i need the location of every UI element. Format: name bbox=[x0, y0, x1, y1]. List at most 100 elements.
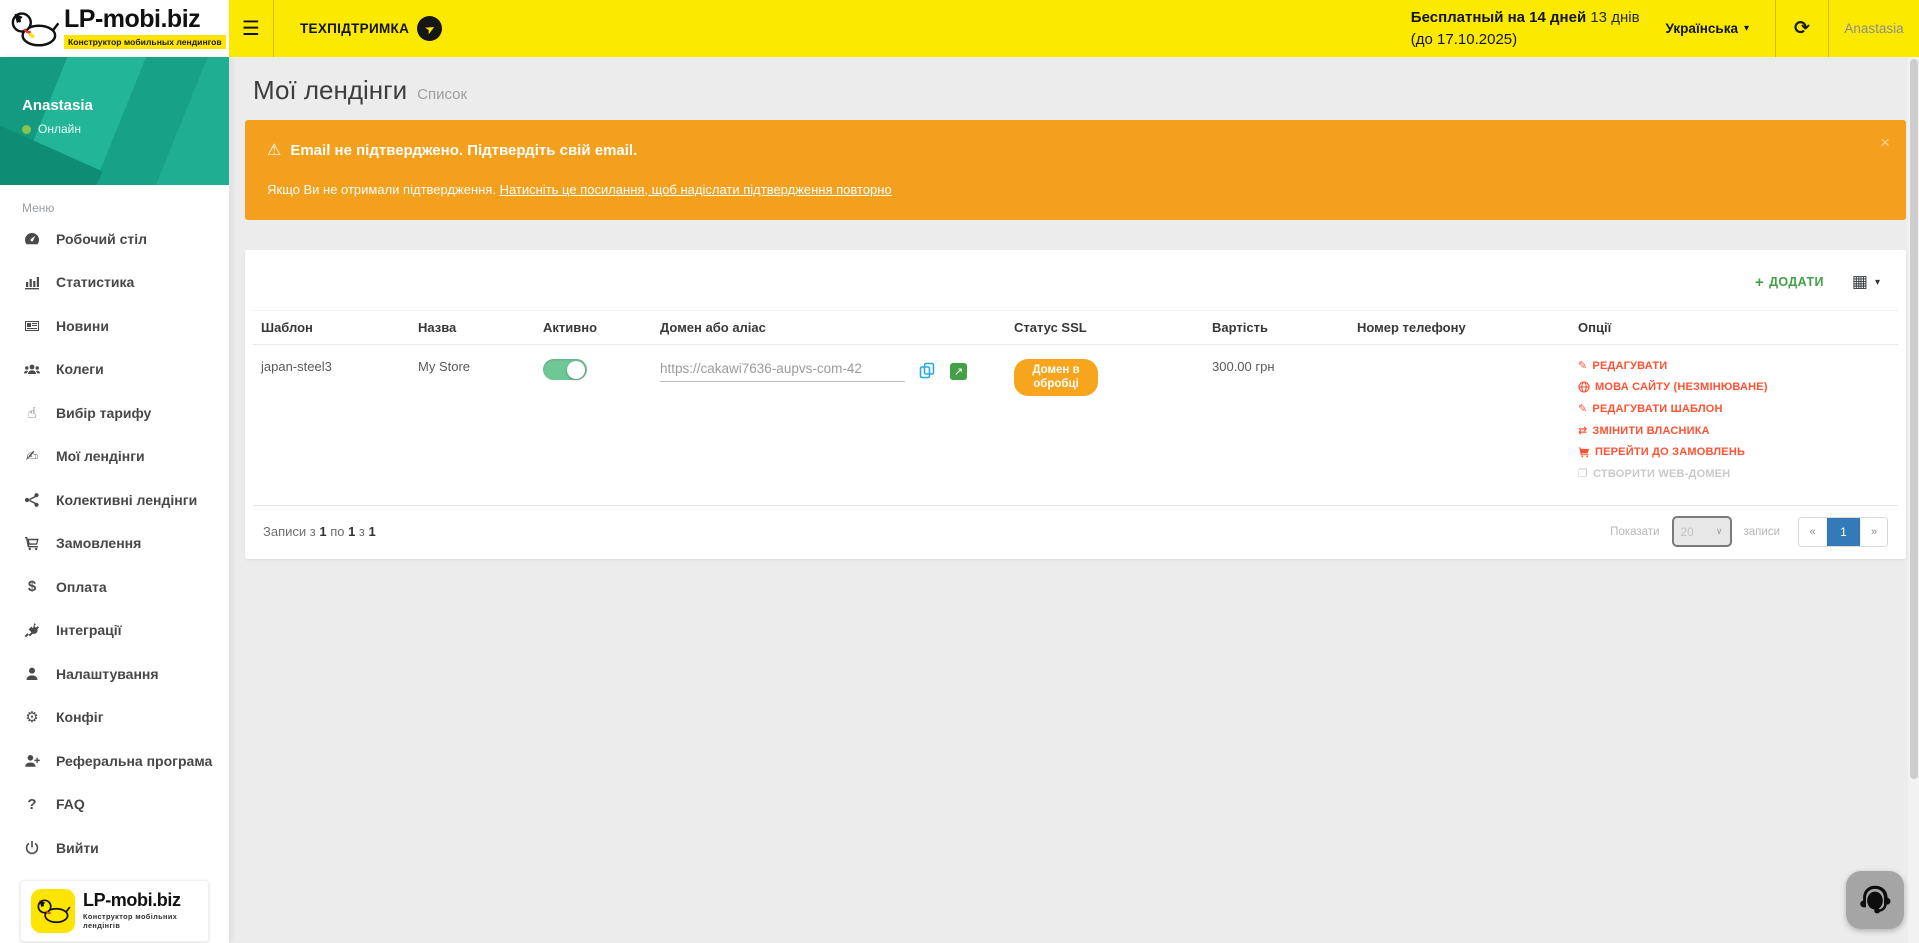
col-phone: Номер телефону bbox=[1349, 311, 1570, 345]
trial-info: Бесплатный на 14 дней 13 днів (до 17.10.… bbox=[1411, 0, 1662, 57]
option-create-web-domain: ❐ СТВОРИТИ WEB-ДОМЕН bbox=[1578, 467, 1890, 480]
sidebar-item-collective-landings[interactable]: Колективні лендінги bbox=[0, 478, 229, 522]
plug-icon bbox=[22, 622, 42, 638]
exchange-icon: ⇄ bbox=[1578, 424, 1587, 437]
col-options: Опції bbox=[1570, 311, 1898, 345]
domain-input[interactable] bbox=[660, 359, 905, 382]
sidebar-item-settings[interactable]: Налаштування bbox=[0, 652, 229, 696]
top-bar-main: ☰ ТЕХПІДТРИМКА ➤ Бесплатный на 14 дней 1… bbox=[229, 0, 1919, 57]
sidebar-footer-brand[interactable]: LP-mobi.biz Конструктор мобільних лендін… bbox=[20, 880, 209, 942]
sidebar-item-my-landings[interactable]: ✍ Мої лендінги bbox=[0, 435, 229, 479]
signature-icon: ✍ bbox=[22, 447, 42, 465]
hamburger-icon: ☰ bbox=[242, 16, 260, 41]
option-edit-template[interactable]: ✎ РЕДАГУВАТИ ШАБЛОН bbox=[1578, 402, 1890, 415]
online-status-dot bbox=[22, 125, 31, 134]
landings-table: Шаблон Назва Активно Домен або аліас Ста… bbox=[253, 310, 1898, 501]
cogs-icon: ⚙ bbox=[22, 708, 42, 726]
support-button[interactable]: ТЕХПІДТРИМКА ➤ bbox=[274, 0, 468, 57]
external-link-icon[interactable]: ↗ bbox=[950, 363, 967, 380]
sidebar-item-news[interactable]: Новини bbox=[0, 304, 229, 348]
table-header-row: Шаблон Назва Активно Домен або аліас Ста… bbox=[253, 311, 1898, 345]
sidebar-item-payment[interactable]: $ Оплата bbox=[0, 565, 229, 609]
cell-options: ✎ РЕДАГУВАТИ МОВА САЙТУ (НЕЗМІНЮВАНЕ) ✎ bbox=[1570, 345, 1898, 502]
col-active: Активно bbox=[535, 311, 652, 345]
refresh-icon: ⟳ bbox=[1794, 17, 1810, 40]
cell-template: japan-steel3 bbox=[253, 345, 410, 502]
per-page-select[interactable]: 20 ∨ bbox=[1672, 516, 1732, 547]
support-chat-button[interactable] bbox=[1846, 871, 1904, 929]
option-go-to-orders[interactable]: ПЕРЕЙТИ ДО ЗАМОВЛЕНЬ bbox=[1578, 446, 1890, 458]
show-label: Показати bbox=[1610, 526, 1659, 538]
col-price: Вартість bbox=[1204, 311, 1349, 345]
sidebar-item-faq[interactable]: ? FAQ bbox=[0, 783, 229, 827]
option-change-owner[interactable]: ⇄ ЗМІНИТИ ВЛАСНИКА bbox=[1578, 424, 1890, 437]
bar-chart-icon bbox=[22, 274, 42, 290]
footer-brand-subtitle: Конструктор мобільних лендінгів bbox=[83, 912, 198, 930]
top-bar: LP-mobi.biz Конструктор мобильных лендин… bbox=[0, 0, 1919, 57]
sidebar-item-orders[interactable]: Замовлення bbox=[0, 522, 229, 566]
trial-plan-label: Бесплатный на 14 дней bbox=[1411, 9, 1586, 26]
sidebar-item-referral[interactable]: Реферальна програма bbox=[0, 739, 229, 783]
pager-page-1[interactable]: 1 bbox=[1826, 518, 1860, 546]
power-icon bbox=[22, 840, 42, 856]
refresh-button[interactable]: ⟳ bbox=[1776, 0, 1828, 57]
sidebar-toggle-button[interactable]: ☰ bbox=[229, 0, 273, 57]
options-list: ✎ РЕДАГУВАТИ МОВА САЙТУ (НЕЗМІНЮВАНЕ) ✎ bbox=[1578, 359, 1890, 480]
language-label: Українська bbox=[1666, 21, 1738, 36]
sidebar-menu: Робочий стіл Статистика Новини Колеги ☝ … bbox=[0, 217, 229, 870]
share-icon bbox=[22, 492, 42, 508]
per-page-value: 20 bbox=[1681, 525, 1694, 539]
page-scrollbar[interactable] bbox=[1908, 57, 1919, 943]
trial-until-date: (до 17.10.2025) bbox=[1411, 29, 1640, 51]
footer-brand-title: LP-mobi.biz bbox=[83, 891, 198, 911]
pager: « 1 » bbox=[1798, 517, 1888, 547]
pager-next-button[interactable]: » bbox=[1860, 518, 1887, 546]
close-icon[interactable]: × bbox=[1880, 134, 1890, 151]
online-status-label: Онлайн bbox=[38, 122, 81, 136]
sidebar-item-tariff[interactable]: ☝ Вибір тарифу bbox=[0, 391, 229, 435]
grid-icon: ▦ bbox=[1852, 272, 1868, 292]
sidebar: Anastasia Онлайн Меню Робочий стіл Стати… bbox=[0, 57, 229, 943]
user-menu[interactable]: Anastasia bbox=[1829, 0, 1919, 57]
sidebar-item-config[interactable]: ⚙ Конфіг bbox=[0, 696, 229, 740]
page-header: Мої лендінги Список bbox=[253, 75, 1906, 106]
caret-down-icon: ▾ bbox=[1875, 277, 1880, 288]
sidebar-item-dashboard[interactable]: Робочий стіл bbox=[0, 217, 229, 261]
option-site-language[interactable]: МОВА САЙТУ (НЕЗМІНЮВАНЕ) bbox=[1578, 381, 1890, 393]
pagination-bar: Записи з 1 по 1 з 1 Показати 20 ∨ записи… bbox=[253, 505, 1898, 559]
menu-section-label: Меню bbox=[0, 185, 229, 217]
ssl-status-badge: Домен в обробці bbox=[1014, 359, 1098, 396]
col-domain: Домен або аліас bbox=[652, 311, 1006, 345]
chevron-down-icon: ∨ bbox=[1716, 526, 1723, 537]
records-summary: Записи з 1 по 1 з 1 bbox=[263, 524, 376, 539]
brand-title: LP-mobi.biz bbox=[64, 7, 226, 32]
card-toolbar: + ДОДАТИ ▦ ▾ bbox=[253, 250, 1898, 310]
plus-icon: + bbox=[1755, 274, 1764, 291]
chevron-down-icon: ▾ bbox=[1744, 23, 1749, 34]
sidebar-item-colleagues[interactable]: Колеги bbox=[0, 348, 229, 392]
copy-icon[interactable] bbox=[919, 362, 936, 382]
cell-domain: ↗ bbox=[652, 345, 1006, 502]
warning-icon: ⚠ bbox=[267, 140, 281, 160]
dog-logo-icon bbox=[31, 889, 75, 933]
dog-logo-icon bbox=[8, 8, 60, 50]
columns-dropdown[interactable]: ▦ ▾ bbox=[1852, 272, 1880, 292]
pager-prev-button[interactable]: « bbox=[1799, 518, 1826, 546]
support-label: ТЕХПІДТРИМКА bbox=[300, 21, 409, 36]
option-edit[interactable]: ✎ РЕДАГУВАТИ bbox=[1578, 359, 1890, 372]
sidebar-item-statistics[interactable]: Статистика bbox=[0, 261, 229, 305]
brand-logo[interactable]: LP-mobi.biz Конструктор мобильных лендин… bbox=[0, 0, 229, 57]
sidebar-item-logout[interactable]: Вийти bbox=[0, 826, 229, 870]
resend-confirmation-link[interactable]: Натисніть це посилання, щоб надіслати пі… bbox=[500, 182, 892, 197]
main-content: Мої лендінги Список ⚠ Email не підтвердж… bbox=[229, 57, 1919, 943]
active-toggle[interactable] bbox=[543, 359, 587, 380]
add-landing-button[interactable]: + ДОДАТИ bbox=[1755, 274, 1824, 291]
headset-icon bbox=[1856, 881, 1894, 919]
sidebar-user-panel: Anastasia Онлайн bbox=[0, 57, 229, 185]
sidebar-item-integrations[interactable]: Інтеграції bbox=[0, 609, 229, 653]
language-selector[interactable]: Українська ▾ bbox=[1662, 0, 1775, 57]
language-icon bbox=[1578, 381, 1590, 393]
brand-text: LP-mobi.biz Конструктор мобильных лендин… bbox=[64, 7, 226, 50]
scrollbar-thumb[interactable] bbox=[1910, 59, 1918, 779]
records-label: записи bbox=[1744, 526, 1781, 538]
